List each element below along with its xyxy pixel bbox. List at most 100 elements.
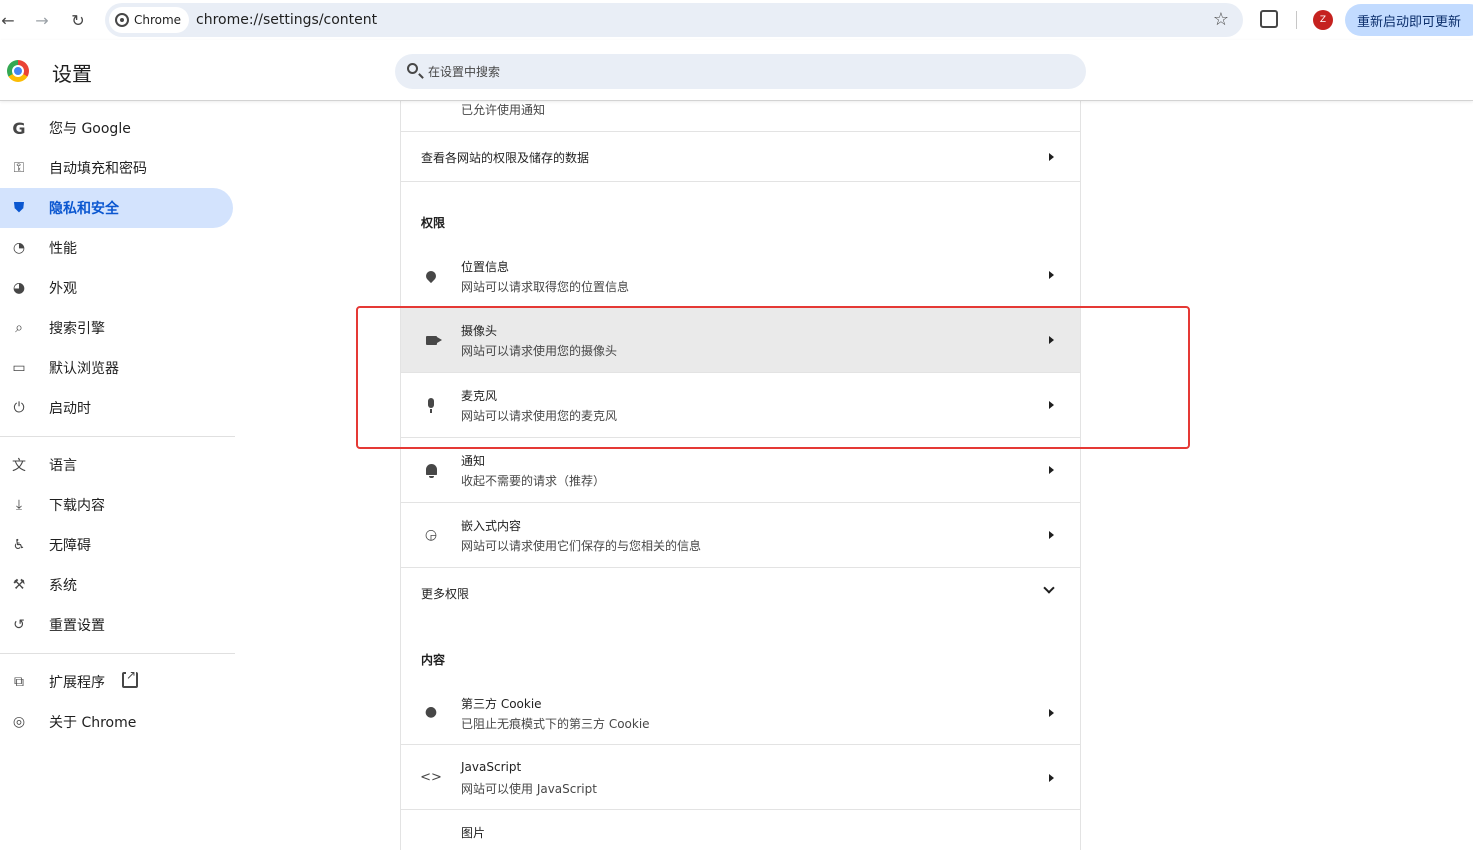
sidebar-item-system[interactable]: ⚒ 系统 <box>0 565 233 605</box>
row-title: 摄像头 <box>461 324 498 338</box>
translate-icon: 文 <box>12 458 26 474</box>
row-subtitle: 收起不需要的请求（推荐） <box>461 474 606 488</box>
chip-label: Chrome <box>134 13 182 27</box>
permission-row-notifications[interactable]: 通知 收起不需要的请求（推荐） <box>401 438 1080 503</box>
sidebar-item-label: 关于 Chrome <box>49 715 137 731</box>
arrow-right-icon <box>1049 531 1054 539</box>
reload-icon[interactable]: ↻ <box>66 8 90 32</box>
bookmark-star-icon[interactable]: ☆ <box>1213 9 1229 30</box>
sidebar-item-label: 下载内容 <box>49 498 105 514</box>
arrow-right-icon <box>1049 271 1054 279</box>
sidebar-divider <box>0 653 235 654</box>
location-pin-icon <box>421 266 441 286</box>
row-title: 麦克风 <box>461 389 498 403</box>
arrow-right-icon <box>1049 401 1054 409</box>
sidebar-item-on-startup[interactable]: ⏻ 启动时 <box>0 388 233 428</box>
palette-icon: ◕ <box>12 280 26 296</box>
search-icon: ⌕ <box>15 320 23 336</box>
puzzle-icon: ⧉ <box>14 674 24 690</box>
sidebar-item-label: 扩展程序 <box>49 675 105 691</box>
profile-avatar[interactable]: Z <box>1313 10 1333 30</box>
sidebar-item-languages[interactable]: 文 语言 <box>0 445 233 485</box>
microphone-icon <box>421 393 441 413</box>
row-subtitle: 网站可以请求使用它们保存的与您相关的信息 <box>461 539 702 553</box>
permission-row-microphone[interactable]: 麦克风 网站可以请求使用您的麦克风 <box>401 373 1080 438</box>
url-text[interactable]: chrome://settings/content <box>196 12 377 28</box>
sidebar-item-appearance[interactable]: ◕ 外观 <box>0 268 233 308</box>
content-row-javascript[interactable]: <> JavaScript 网站可以使用 JavaScript <box>401 745 1080 810</box>
row-subtitle: 已允许使用通知 <box>461 103 546 117</box>
sidebar-item-label: 隐私和安全 <box>49 201 119 217</box>
sidebar-item-label: 默认浏览器 <box>49 361 119 377</box>
sidebar-item-privacy[interactable]: ⛊ 隐私和安全 <box>0 188 233 228</box>
arrow-right-icon <box>1049 336 1054 344</box>
permission-row-location[interactable]: 位置信息 网站可以请求取得您的位置信息 <box>401 245 1080 308</box>
page-title: 设置 <box>52 62 92 86</box>
sidebar-item-search-engine[interactable]: ⌕ 搜索引擎 <box>0 308 233 348</box>
forward-icon[interactable]: → <box>30 8 54 32</box>
chrome-logo-icon: ◎ <box>12 714 26 730</box>
code-icon: <> <box>420 769 442 785</box>
row-title: 嵌入式内容 <box>461 519 522 533</box>
sidebar-item-label: 启动时 <box>49 401 91 417</box>
sidebar-item-autofill[interactable]: ⚿ 自动填充和密码 <box>0 148 233 188</box>
row-title: 第三方 Cookie <box>461 697 542 711</box>
search-placeholder: 在设置中搜索 <box>428 65 501 79</box>
address-bar[interactable]: Chrome chrome://settings/content ☆ <box>105 3 1243 37</box>
content-row-images[interactable]: 图片 <box>401 810 1080 850</box>
permissions-heading: 权限 <box>421 216 446 230</box>
sidebar-item-performance[interactable]: ◔ 性能 <box>0 228 233 268</box>
arrow-right-icon <box>1049 709 1054 717</box>
arrow-right-icon <box>1049 774 1054 782</box>
sidebar-item-label: 系统 <box>49 578 77 594</box>
bell-icon <box>421 459 441 479</box>
row-title: 图片 <box>461 826 486 840</box>
row-subtitle: 网站可以请求取得您的位置信息 <box>461 280 630 294</box>
sidebar-item-label: 无障碍 <box>49 538 91 554</box>
back-icon[interactable]: ← <box>0 8 20 32</box>
power-icon: ⏻ <box>13 400 25 416</box>
sidebar-item-label: 您与 Google <box>49 121 131 137</box>
restart-to-update-button[interactable]: 重新启动即可更新 <box>1345 4 1473 36</box>
embedded-content-icon: ◶ <box>424 527 438 543</box>
settings-search-input[interactable]: 在设置中搜索 <box>395 54 1086 89</box>
sidebar-item-downloads[interactable]: ⤓ 下载内容 <box>0 485 233 525</box>
search-icon <box>407 63 418 74</box>
row-subtitle: 网站可以使用 JavaScript <box>461 782 597 796</box>
speedometer-icon: ◔ <box>12 240 26 256</box>
reset-icon: ↺ <box>13 617 25 633</box>
sidebar-item-default-browser[interactable]: ▭ 默认浏览器 <box>0 348 233 388</box>
permission-row-camera[interactable]: 摄像头 网站可以请求使用您的摄像头 <box>401 308 1080 373</box>
sidebar-item-label: 搜索引擎 <box>49 321 105 337</box>
settings-sidebar: G 您与 Google ⚿ 自动填充和密码 ⛊ 隐私和安全 ◔ 性能 ◕ 外观 … <box>0 101 240 834</box>
sidebar-item-about-chrome[interactable]: ◎ 关于 Chrome <box>0 702 233 742</box>
arrow-right-icon <box>1049 466 1054 474</box>
key-icon: ⚿ <box>13 160 25 176</box>
site-permissions-data-row[interactable]: 查看各网站的权限及储存的数据 <box>401 132 1080 182</box>
browser-window-icon: ▭ <box>12 360 26 376</box>
sidebar-item-accessibility[interactable]: ♿ 无障碍 <box>0 525 233 565</box>
more-permissions-expander[interactable]: 更多权限 <box>401 568 1080 618</box>
row-title: JavaScript <box>461 760 522 774</box>
sidebar-item-reset[interactable]: ↺ 重置设置 <box>0 605 233 645</box>
google-g-icon: G <box>12 118 26 138</box>
sidebar-item-label: 重置设置 <box>49 618 105 634</box>
site-info-chip[interactable]: Chrome <box>109 7 190 33</box>
row-subtitle: 网站可以请求使用您的摄像头 <box>461 344 618 358</box>
permission-row-embedded-content[interactable]: ◶ 嵌入式内容 网站可以请求使用它们保存的与您相关的信息 <box>401 503 1080 568</box>
content-heading: 内容 <box>421 653 446 667</box>
chevron-down-icon <box>1043 582 1055 594</box>
sidebar-item-you-and-google[interactable]: G 您与 Google <box>0 108 233 148</box>
cookie-icon: ● <box>424 704 438 720</box>
sidebar-item-label: 自动填充和密码 <box>49 161 147 177</box>
extensions-puzzle-icon[interactable] <box>1260 10 1278 28</box>
accessibility-icon: ♿ <box>12 537 26 553</box>
sidebar-item-extensions[interactable]: ⧉ 扩展程序 <box>0 662 233 702</box>
row-title: 通知 <box>461 454 486 468</box>
content-settings-card: 已允许使用通知 查看各网站的权限及储存的数据 权限 位置信息 网站可以请求取得您… <box>400 90 1081 850</box>
browser-toolbar: ← → ↻ Chrome chrome://settings/content ☆… <box>0 0 1473 40</box>
download-icon: ⤓ <box>15 497 23 513</box>
row-subtitle: 网站可以请求使用您的麦克风 <box>461 409 618 423</box>
content-row-third-party-cookies[interactable]: ● 第三方 Cookie 已阻止无痕模式下的第三方 Cookie <box>401 680 1080 745</box>
sidebar-item-label: 语言 <box>49 458 77 474</box>
